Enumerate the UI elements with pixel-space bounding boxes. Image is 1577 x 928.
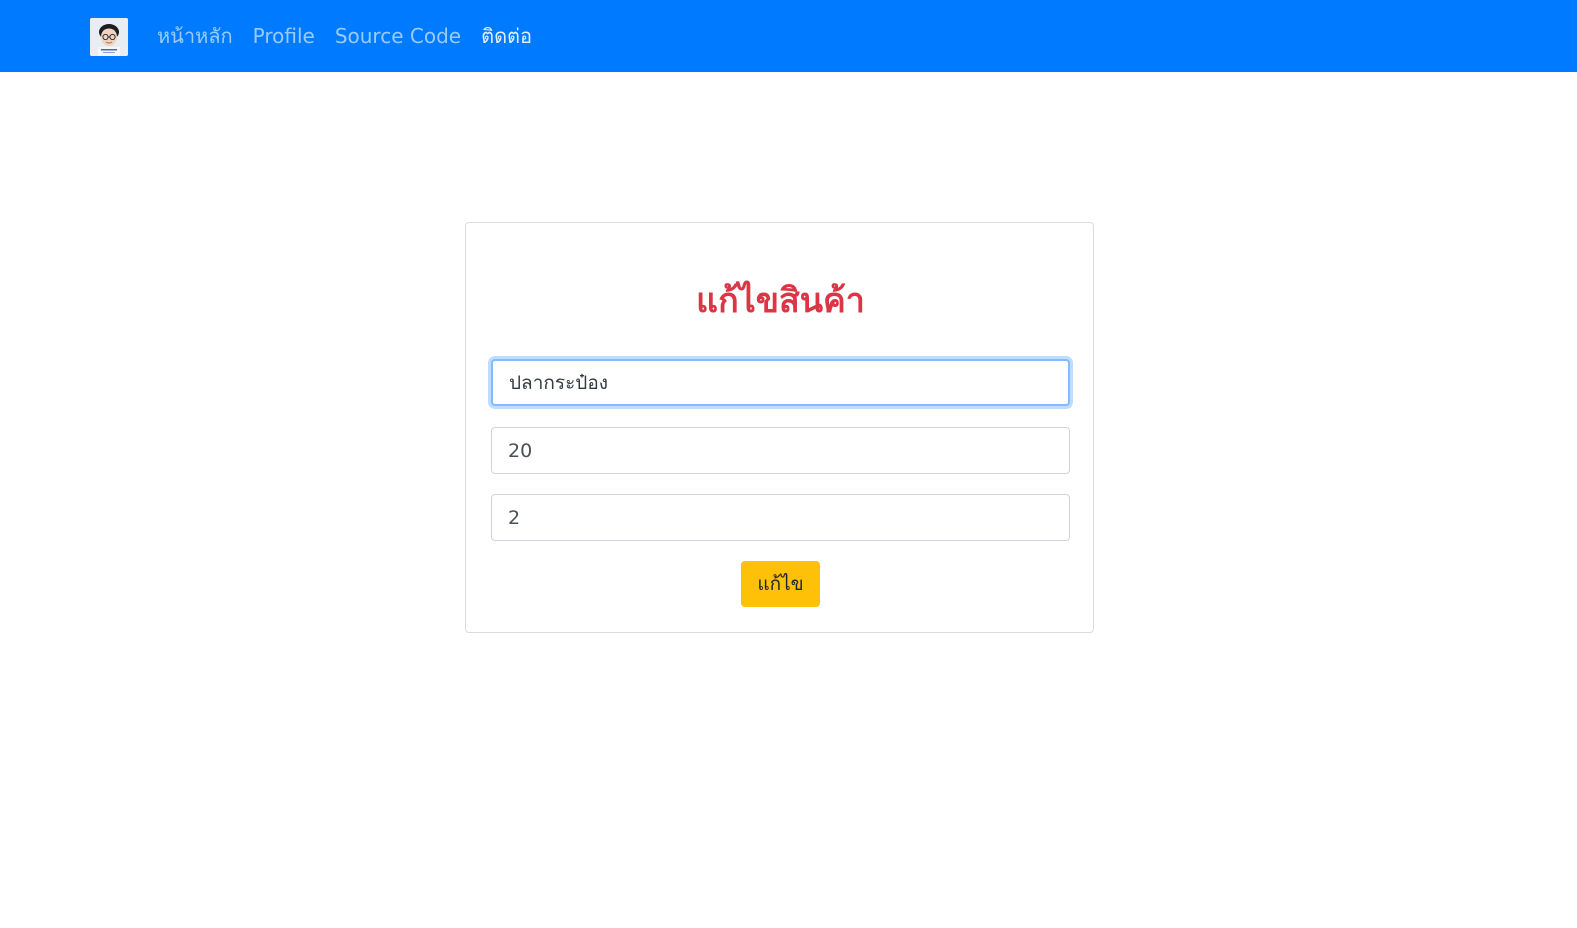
page-title: แก้ไขสินค้า [696,281,865,321]
product-quantity-input[interactable] [491,494,1070,541]
nav-link-contact[interactable]: ติดต่อ [481,20,532,52]
product-name-input[interactable] [491,359,1070,406]
edit-product-card: แก้ไขสินค้า แก้ไข [465,222,1094,633]
edit-button[interactable]: แก้ไข [741,561,820,607]
nav-link-profile[interactable]: Profile [253,24,315,48]
navbar: หน้าหลัก Profile Source Code ติดต่อ [0,0,1577,72]
nav-link-source-code[interactable]: Source Code [335,24,461,48]
nav-links: หน้าหลัก Profile Source Code ติดต่อ [157,0,552,72]
product-price-input[interactable] [491,427,1070,474]
nav-link-home[interactable]: หน้าหลัก [157,20,233,52]
profile-avatar-icon[interactable] [90,18,128,56]
